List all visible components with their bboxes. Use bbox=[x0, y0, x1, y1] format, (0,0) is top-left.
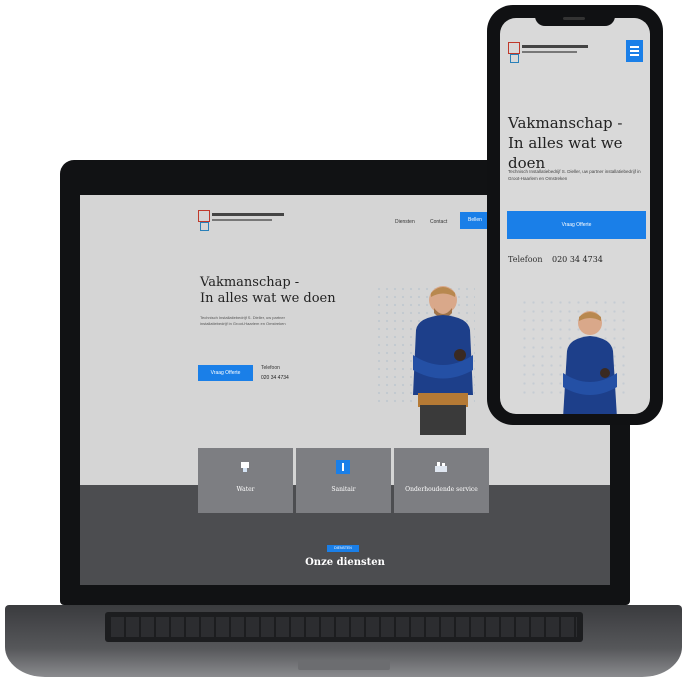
service-tools-icon bbox=[435, 462, 447, 472]
hamburger-icon[interactable] bbox=[626, 40, 643, 62]
quote-button[interactable]: Vraag Offerte bbox=[198, 365, 253, 381]
water-drop-icon bbox=[241, 462, 249, 472]
hero-subtitle: Technisch Installatiebedrijf S. Dieller,… bbox=[508, 169, 641, 181]
phone-label: Telefoon bbox=[508, 255, 543, 264]
laptop-logo[interactable] bbox=[198, 210, 288, 232]
service-card-onderhoud[interactable]: Onderhoudende service bbox=[394, 448, 489, 513]
nav-item-diensten[interactable]: Diensten bbox=[395, 219, 415, 225]
service-card-label: Sanitair bbox=[331, 486, 356, 493]
service-card-water[interactable]: Water bbox=[198, 448, 293, 513]
phone-number[interactable]: 020 34 4734 bbox=[261, 375, 289, 381]
logo-mark-secondary bbox=[200, 222, 209, 231]
hero-subtitle: Technisch Installatiebedrijf S. Dieller,… bbox=[200, 315, 286, 326]
quote-button[interactable]: Vraag Offerte bbox=[507, 211, 646, 239]
logo-wordmark bbox=[522, 45, 588, 48]
phone-logo[interactable] bbox=[508, 42, 593, 63]
phone-label: Telefoon bbox=[261, 365, 280, 371]
hero-title-line1: Vakmanschap - bbox=[200, 275, 300, 290]
hero-title: Vakmanschap - In alles wat we doen bbox=[508, 113, 648, 173]
hero-title: Vakmanschap - In alles wat we doen bbox=[200, 275, 350, 307]
nav-bellen-button[interactable]: Bellen bbox=[460, 212, 490, 229]
keyboard bbox=[105, 612, 583, 642]
phone-screen: Vakmanschap - In alles wat we doen Techn… bbox=[500, 18, 650, 414]
logo-mark-secondary bbox=[510, 54, 519, 63]
logo-tagline bbox=[522, 51, 577, 53]
logo-tagline bbox=[212, 219, 272, 221]
service-card-label: Water bbox=[236, 486, 255, 493]
laptop-lip bbox=[298, 660, 390, 670]
plumber-photo bbox=[563, 311, 617, 414]
service-card-sanitair[interactable]: Sanitair bbox=[296, 448, 391, 513]
service-card-label: Onderhoudende service bbox=[405, 486, 478, 493]
hero-title-line1: Vakmanschap - bbox=[508, 114, 623, 132]
section-badge: DIENSTEN bbox=[327, 545, 359, 552]
logo-mark bbox=[508, 42, 520, 54]
section-title: Onze diensten bbox=[305, 557, 385, 568]
sanitair-icon bbox=[336, 460, 350, 474]
logo-mark bbox=[198, 210, 210, 222]
hero-title-line2: In alles wat we doen bbox=[200, 291, 336, 306]
nav-item-contact[interactable]: Contact bbox=[430, 219, 447, 225]
logo-wordmark bbox=[212, 213, 284, 216]
phone-speaker bbox=[563, 17, 585, 20]
phone-number[interactable]: 020 34 4734 bbox=[552, 255, 603, 264]
hero-title-line2: In alles wat we doen bbox=[508, 134, 623, 172]
plumber-photo bbox=[413, 286, 473, 435]
